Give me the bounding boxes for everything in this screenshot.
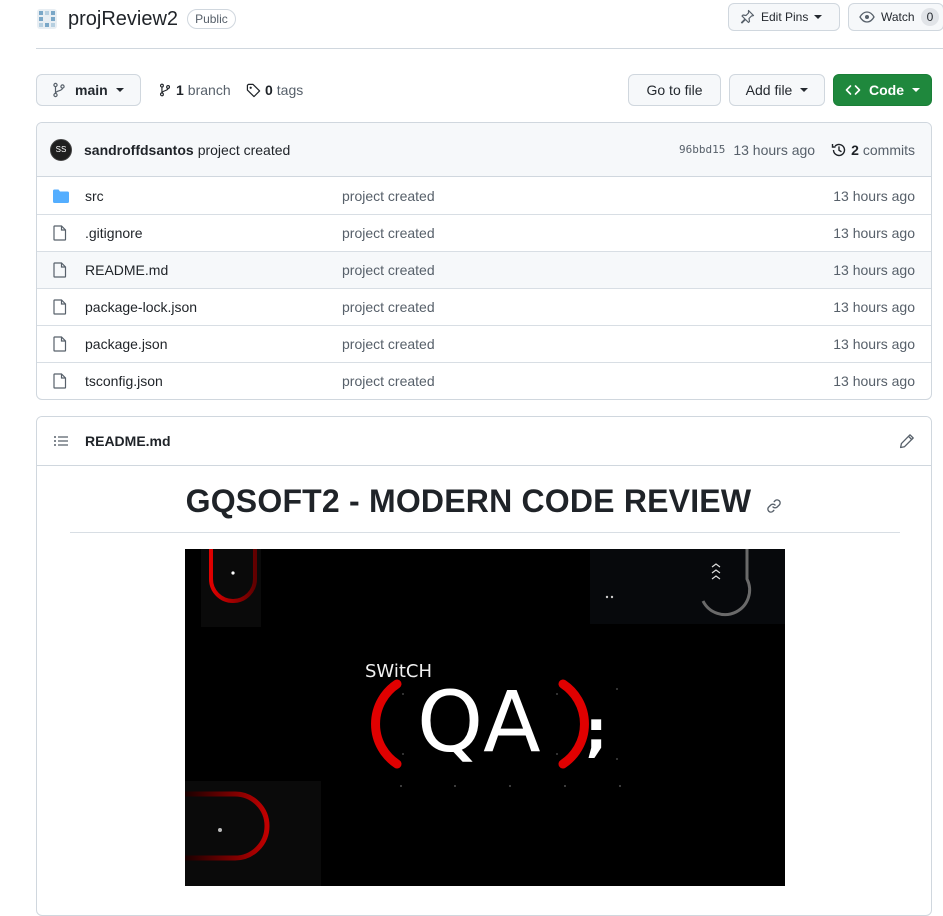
visibility-badge: Public <box>187 9 236 29</box>
file-commit-message[interactable]: project created <box>342 299 435 315</box>
git-branch-icon <box>158 82 172 98</box>
header-divider <box>36 48 943 49</box>
commit-time: 13 hours ago <box>733 141 816 158</box>
file-icon <box>53 299 71 315</box>
edit-pins-label: Edit Pins <box>761 10 809 24</box>
readme-heading: GQSOFT2 - MODERN CODE REVIEW <box>37 483 931 522</box>
file-time: 13 hours ago <box>833 187 915 204</box>
edit-pins-button[interactable]: Edit Pins <box>728 3 840 31</box>
pencil-icon[interactable] <box>899 433 915 449</box>
tag-icon <box>246 83 261 98</box>
file-commit-message[interactable]: project created <box>342 262 435 278</box>
file-icon <box>53 373 71 389</box>
branch-select-button[interactable]: main <box>36 74 141 106</box>
watch-button[interactable]: Watch 0 <box>848 3 943 31</box>
file-time: 13 hours ago <box>833 299 915 315</box>
file-time: 13 hours ago <box>833 336 915 352</box>
file-icon <box>53 262 71 278</box>
commit-meta: 96bbd15 13 hours ago 2 commits <box>679 142 915 158</box>
file-commit-message[interactable]: project created <box>342 336 435 352</box>
commit-count: 2 <box>851 141 859 158</box>
file-commit-message[interactable]: project created <box>342 373 435 389</box>
chevron-down-icon <box>814 15 823 19</box>
add-file-label: Add file <box>745 82 793 98</box>
file-name-link[interactable]: package-lock.json <box>85 299 197 315</box>
file-time: 13 hours ago <box>833 225 915 241</box>
commit-message-link[interactable]: project created <box>198 142 291 158</box>
file-commit-message[interactable]: project created <box>342 188 435 204</box>
commit-label: commits <box>862 141 915 158</box>
add-file-button[interactable]: Add file <box>729 74 825 106</box>
go-to-file-button[interactable]: Go to file <box>628 74 721 106</box>
file-row-src[interactable]: src project created 13 hours ago <box>37 177 931 214</box>
file-name-link[interactable]: src <box>85 188 104 204</box>
branch-label: branch <box>187 82 231 98</box>
commits-history-link[interactable]: 2 commits <box>831 142 915 158</box>
readme-banner-image: SWitCH QA ; <box>185 549 785 886</box>
file-row-tsconfig[interactable]: tsconfig.json project created 13 hours a… <box>37 362 931 399</box>
file-row-gitignore[interactable]: .gitignore project created 13 hours ago <box>37 214 931 251</box>
heading-rule <box>70 532 900 533</box>
avatar[interactable]: SS <box>50 138 72 161</box>
tag-label: tags <box>276 82 304 98</box>
commit-sha-link[interactable]: 96bbd15 <box>679 143 725 156</box>
file-name-link[interactable]: package.json <box>85 336 168 352</box>
file-row-readme[interactable]: README.md project created 13 hours ago <box>37 251 931 288</box>
file-list: src project created 13 hours ago .gitign… <box>37 177 931 399</box>
code-label: Code <box>869 82 904 98</box>
branches-link[interactable]: 1 branch <box>158 80 231 100</box>
eye-icon <box>859 9 875 25</box>
git-branch-icon <box>51 82 67 98</box>
file-icon <box>53 336 71 352</box>
chevron-down-icon <box>800 88 809 92</box>
file-name-link[interactable]: README.md <box>85 262 168 278</box>
file-time: 13 hours ago <box>833 373 915 389</box>
readme-header: README.md <box>37 417 931 466</box>
file-row-package-lock[interactable]: package-lock.json project created 13 hou… <box>37 288 931 325</box>
folder-icon <box>53 189 71 203</box>
code-icon <box>845 82 861 98</box>
repo-icon <box>36 8 58 30</box>
repo-name-link[interactable]: projReview2 <box>68 8 178 31</box>
file-row-package[interactable]: package.json project created 13 hours ag… <box>37 325 931 362</box>
banner-main-text: QA <box>417 673 541 771</box>
readme-panel: README.md GQSOFT2 - MODERN CODE REVIEW S… <box>36 416 932 916</box>
list-unordered-icon[interactable] <box>53 433 69 449</box>
file-browser: SS sandroffdsantos project created 96bbd… <box>36 122 932 400</box>
tags-link[interactable]: 0 tags <box>246 80 303 100</box>
repo-header: projReview2 Public <box>36 6 236 32</box>
file-name-link[interactable]: tsconfig.json <box>85 373 163 389</box>
chevron-down-icon <box>115 88 124 92</box>
branch-name: main <box>75 82 108 98</box>
file-name-link[interactable]: .gitignore <box>85 225 143 241</box>
chevron-down-icon <box>912 88 920 92</box>
history-icon <box>831 142 847 158</box>
watch-count: 0 <box>920 8 940 26</box>
code-button[interactable]: Code <box>833 74 932 106</box>
banner-suffix: ; <box>585 699 608 764</box>
link-icon[interactable] <box>766 485 782 522</box>
readme-heading-text: GQSOFT2 - MODERN CODE REVIEW <box>185 483 752 519</box>
file-time: 13 hours ago <box>833 262 915 278</box>
latest-commit-bar: SS sandroffdsantos project created 96bbd… <box>37 123 931 177</box>
commit-author-link[interactable]: sandroffdsantos <box>84 142 194 158</box>
watch-label: Watch <box>881 10 915 24</box>
readme-filename-link[interactable]: README.md <box>85 433 171 449</box>
file-commit-message[interactable]: project created <box>342 225 435 241</box>
file-icon <box>53 225 71 241</box>
go-to-file-label: Go to file <box>646 82 703 98</box>
branch-count: 1 <box>176 82 184 98</box>
pin-icon <box>739 9 755 25</box>
tag-count: 0 <box>265 82 273 98</box>
